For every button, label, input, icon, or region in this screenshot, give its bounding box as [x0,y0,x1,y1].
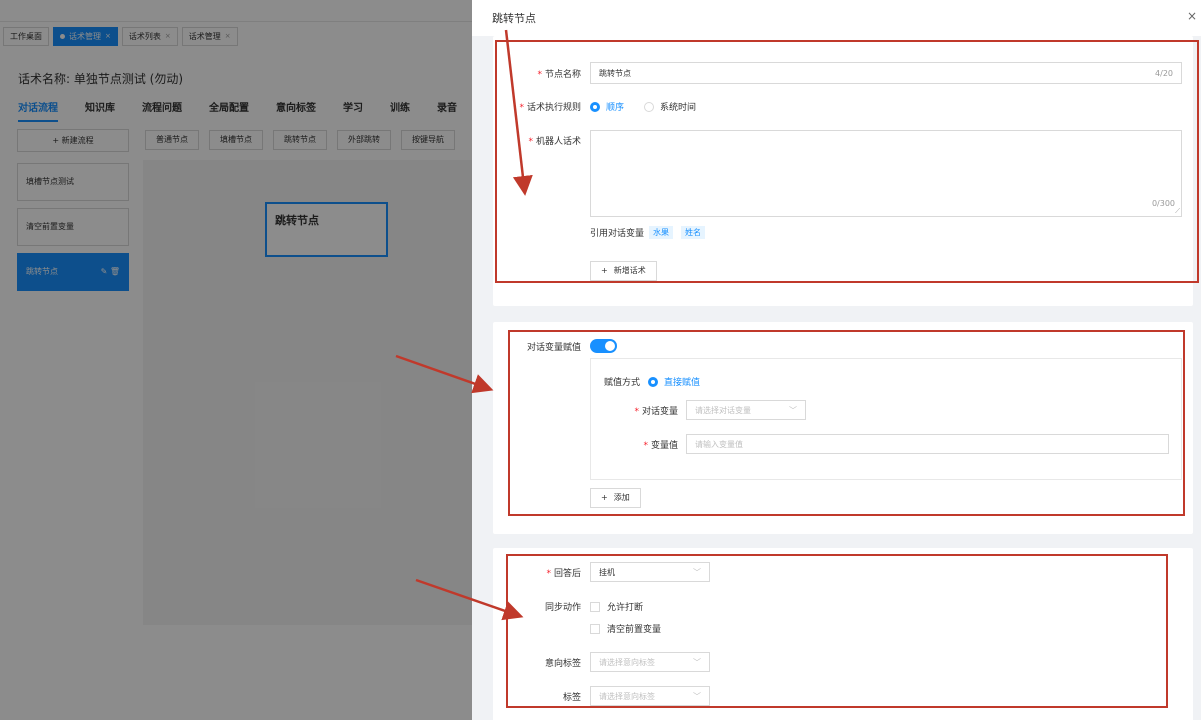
method-row: 赋值方式 直接赋值 [604,375,720,388]
close-icon[interactable]: × [1187,9,1197,23]
robot-script-textarea[interactable]: 0/300 ⟋ [590,130,1182,217]
drawer-title: 跳转节点 [492,12,536,25]
after-answer-row: * 回答后 挂机 ﹀ [493,562,710,582]
node-name-row: * 节点名称 跳转节点 4/20 [493,62,1183,84]
after-answer-select[interactable]: 挂机 ﹀ [590,562,710,582]
intent-tag-label: 意向标签 [544,658,581,669]
tag-row: 标签 请选择意向标签 ﹀ [493,686,710,706]
var-value-input[interactable]: 请输入变量值 [686,434,1169,454]
sync-action-label: 同步动作 [544,603,581,613]
robot-script-row: * 机器人话术 [493,134,581,147]
clear-vars-checkbox[interactable]: 清空前置变量 [590,622,661,635]
dialog-var-label: * 对话变量 [634,406,678,417]
node-name-input[interactable]: 跳转节点 4/20 [590,62,1182,84]
intent-tag-select[interactable]: 请选择意向标签 ﹀ [590,652,710,672]
sync-action-row: 同步动作 允许打断 [493,600,643,613]
node-name-label: * 节点名称 [537,69,581,80]
radio-direct-assign[interactable]: 直接赋值 [648,375,700,388]
assign-subbox: 赋值方式 直接赋值 * 对话变量 请选择对话变量 ﹀ * 变量值 请输入变量值 [590,358,1182,480]
add-var-button[interactable]: + 添加 [590,488,641,508]
chevron-down-icon: ﹀ [693,691,701,701]
ref-vars-row: 引用对话变量 水果 姓名 [590,226,706,239]
plus-icon: + [601,266,608,275]
node-drawer: 跳转节点 × * 节点名称 跳转节点 4/20 * 话术执行规则 顺序 系统时间 *… [472,0,1201,720]
var-value-label: * 变量值 [643,440,678,451]
chevron-down-icon: ﹀ [693,657,701,667]
tag-label: 标签 [562,692,581,703]
after-answer-card: * 回答后 挂机 ﹀ 同步动作 允许打断 清空前置变量 意向标签 请选择意向标签 ﹀ … [493,548,1193,720]
var-tag[interactable]: 姓名 [681,226,706,239]
robot-script-label: * 机器人话术 [528,137,581,147]
assign-row: 对话变量赋值 [493,339,617,353]
dialog-var-row: * 对话变量 请选择对话变量 ﹀ [591,400,806,420]
tag-select[interactable]: 请选择意向标签 ﹀ [590,686,710,706]
after-answer-label: * 回答后 [546,568,581,579]
var-tag[interactable]: 水果 [649,226,674,239]
plus-icon: + [601,493,608,502]
clear-vars-row: 清空前置变量 [590,622,661,635]
var-value-row: * 变量值 请输入变量值 [591,434,1169,454]
chevron-down-icon: ﹀ [693,567,701,577]
dialog-var-select[interactable]: 请选择对话变量 ﹀ [686,400,806,420]
intent-tag-row: 意向标签 请选择意向标签 ﹀ [493,652,710,672]
rule-row: * 话术执行规则 顺序 系统时间 [493,100,716,113]
resize-handle-icon[interactable]: ⟋ [1175,207,1180,216]
rule-label: * 话术执行规则 [519,103,581,113]
radio-system-time[interactable]: 系统时间 [644,100,696,113]
assign-switch[interactable] [590,339,617,353]
radio-sequence[interactable]: 顺序 [590,100,624,113]
drawer-header: 跳转节点 × [472,0,1201,36]
basic-settings-card: * 节点名称 跳转节点 4/20 * 话术执行规则 顺序 系统时间 * 机器人话术 0… [493,36,1193,306]
variable-assign-card: 对话变量赋值 赋值方式 直接赋值 * 对话变量 请选择对话变量 ﹀ * 变量值 请输入… [493,322,1193,534]
add-script-button[interactable]: + 新增话术 [590,261,657,281]
assign-label: 对话变量赋值 [526,342,581,353]
allow-interrupt-checkbox[interactable]: 允许打断 [590,600,643,613]
chevron-down-icon: ﹀ [789,405,797,415]
